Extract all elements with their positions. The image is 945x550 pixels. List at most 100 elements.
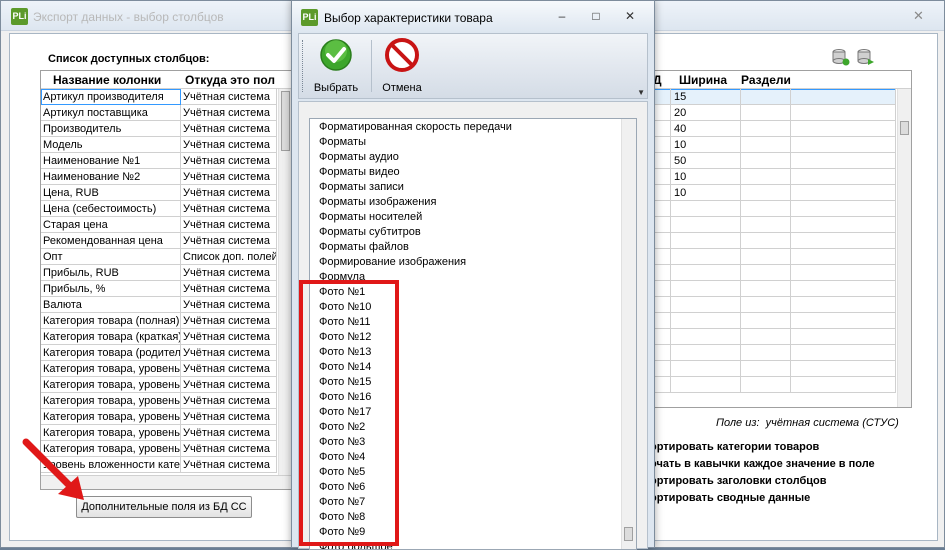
table-cell[interactable] bbox=[671, 377, 741, 393]
table-row[interactable]: Артикул производителя Учётная система bbox=[41, 89, 277, 105]
cell-column-name[interactable]: Цена, RUB bbox=[41, 185, 181, 201]
table-row[interactable] bbox=[651, 233, 896, 249]
table-cell[interactable] bbox=[741, 249, 791, 265]
cell-source[interactable]: Учётная система bbox=[181, 425, 277, 441]
table-cell[interactable] bbox=[671, 297, 741, 313]
table-row[interactable] bbox=[651, 201, 896, 217]
table-cell[interactable] bbox=[671, 265, 741, 281]
table-row[interactable]: Модель Учётная система bbox=[41, 137, 277, 153]
table-cell[interactable] bbox=[791, 137, 896, 153]
cell-column-name[interactable]: Производитель bbox=[41, 121, 181, 137]
table-cell[interactable] bbox=[741, 217, 791, 233]
option-quote-values[interactable]: очать в кавычки каждое значение в поле bbox=[650, 458, 875, 470]
cell-source[interactable]: Учётная система bbox=[181, 457, 277, 473]
cell-source[interactable]: Учётная система bbox=[181, 361, 277, 377]
list-item[interactable]: Фото большое bbox=[319, 540, 393, 549]
table-cell[interactable] bbox=[791, 281, 896, 297]
table-row[interactable]: Наименование №2 Учётная система bbox=[41, 169, 277, 185]
table-cell[interactable] bbox=[741, 105, 791, 121]
database-export-icon[interactable] bbox=[857, 48, 875, 66]
table-row[interactable] bbox=[651, 361, 896, 377]
cell-column-name[interactable]: Категория товара, уровень bbox=[41, 361, 181, 377]
table-cell[interactable] bbox=[791, 201, 896, 217]
table-row[interactable] bbox=[651, 377, 896, 393]
column-header-d[interactable]: Д bbox=[653, 71, 669, 89]
cell-column-name[interactable]: Рекомендованная цена bbox=[41, 233, 181, 249]
cell-source[interactable]: Учётная система bbox=[181, 185, 277, 201]
minimize-button[interactable]: – bbox=[554, 9, 570, 23]
cell-source[interactable]: Учётная система bbox=[181, 217, 277, 233]
list-item[interactable]: Фото №3 bbox=[319, 435, 365, 450]
cell-width[interactable]: 10 bbox=[671, 169, 741, 185]
list-item[interactable]: Формула bbox=[319, 270, 365, 285]
table-cell[interactable] bbox=[791, 185, 896, 201]
list-item[interactable]: Фото №9 bbox=[319, 525, 365, 540]
cell-column-name[interactable]: Модель bbox=[41, 137, 181, 153]
table-row[interactable]: Категория товара, уровень Учётная система bbox=[41, 393, 277, 409]
cell-source[interactable]: Учётная система bbox=[181, 441, 277, 457]
cell-width[interactable]: 10 bbox=[671, 137, 741, 153]
table-row[interactable]: 10 bbox=[651, 137, 896, 153]
table-cell[interactable] bbox=[791, 105, 896, 121]
table-cell[interactable] bbox=[791, 377, 896, 393]
table-cell[interactable] bbox=[741, 265, 791, 281]
table-row[interactable]: Цена (себестоимость) Учётная система bbox=[41, 201, 277, 217]
table-cell[interactable] bbox=[791, 217, 896, 233]
table-row[interactable] bbox=[651, 249, 896, 265]
table-cell[interactable] bbox=[671, 329, 741, 345]
grid-vertical-scrollbar[interactable] bbox=[278, 89, 292, 477]
table-cell[interactable] bbox=[741, 201, 791, 217]
table-row[interactable]: Прибыль, RUB Учётная система bbox=[41, 265, 277, 281]
scrollbar-thumb[interactable] bbox=[900, 121, 909, 135]
cell-width[interactable]: 10 bbox=[671, 185, 741, 201]
table-cell[interactable] bbox=[741, 329, 791, 345]
cell-column-name[interactable]: Валюта bbox=[41, 297, 181, 313]
table-row[interactable]: Валюта Учётная система bbox=[41, 297, 277, 313]
cell-source[interactable]: Учётная система bbox=[181, 377, 277, 393]
table-row[interactable]: 40 bbox=[651, 121, 896, 137]
table-cell[interactable] bbox=[791, 169, 896, 185]
cancel-button[interactable]: Отмена bbox=[375, 38, 429, 94]
cell-source[interactable]: Учётная система bbox=[181, 105, 277, 121]
table-cell[interactable] bbox=[791, 121, 896, 137]
list-item[interactable]: Фото №8 bbox=[319, 510, 365, 525]
table-row[interactable]: Категория товара (полная) Учётная система bbox=[41, 313, 277, 329]
table-cell[interactable] bbox=[741, 169, 791, 185]
list-item[interactable]: Фото №10 bbox=[319, 300, 371, 315]
column-header-width[interactable]: Ширина bbox=[679, 71, 735, 89]
table-row[interactable]: 10 bbox=[651, 169, 896, 185]
extra-db-fields-button[interactable]: Дополнительные поля из БД СС bbox=[76, 496, 252, 518]
table-cell[interactable] bbox=[741, 281, 791, 297]
table-row[interactable]: Производитель Учётная система bbox=[41, 121, 277, 137]
cell-column-name[interactable]: Категория товара, уровень bbox=[41, 393, 181, 409]
column-header-separator[interactable]: Раздели bbox=[741, 71, 801, 89]
table-row[interactable]: Категория товара, уровень Учётная система bbox=[41, 409, 277, 425]
table-cell[interactable] bbox=[791, 233, 896, 249]
cell-column-name[interactable]: Прибыль, % bbox=[41, 281, 181, 297]
table-cell[interactable] bbox=[671, 217, 741, 233]
list-vertical-scrollbar[interactable] bbox=[621, 119, 636, 549]
table-cell[interactable] bbox=[741, 121, 791, 137]
list-item[interactable]: Форматы носителей bbox=[319, 210, 422, 225]
cell-source[interactable]: Учётная система bbox=[181, 313, 277, 329]
table-row[interactable] bbox=[651, 329, 896, 345]
table-row[interactable]: 50 bbox=[651, 153, 896, 169]
list-item[interactable]: Фото №4 bbox=[319, 450, 365, 465]
table-cell[interactable] bbox=[741, 89, 791, 105]
cell-source[interactable]: Учётная система bbox=[181, 393, 277, 409]
cell-source[interactable]: Список доп. полей bbox=[181, 249, 277, 265]
list-item[interactable]: Фото №1 bbox=[319, 285, 365, 300]
table-row[interactable]: Категория товара (краткая) Учётная систем… bbox=[41, 329, 277, 345]
list-item[interactable]: Фото №12 bbox=[319, 330, 371, 345]
close-button[interactable]: ✕ bbox=[622, 9, 638, 23]
cell-source[interactable]: Учётная система bbox=[181, 137, 277, 153]
table-cell[interactable] bbox=[791, 89, 896, 105]
characteristics-list[interactable]: Форматированная скорость передачи Форматы… bbox=[309, 118, 637, 550]
table-row[interactable]: Цена, RUB Учётная система bbox=[41, 185, 277, 201]
cell-source[interactable]: Учётная система bbox=[181, 201, 277, 217]
cell-column-name[interactable]: Артикул производителя bbox=[41, 89, 181, 105]
selected-grid-scrollbar[interactable] bbox=[897, 89, 911, 407]
cell-column-name[interactable]: Категория товара (краткая) bbox=[41, 329, 181, 345]
cell-column-name[interactable]: Наименование №1 bbox=[41, 153, 181, 169]
table-cell[interactable] bbox=[791, 297, 896, 313]
